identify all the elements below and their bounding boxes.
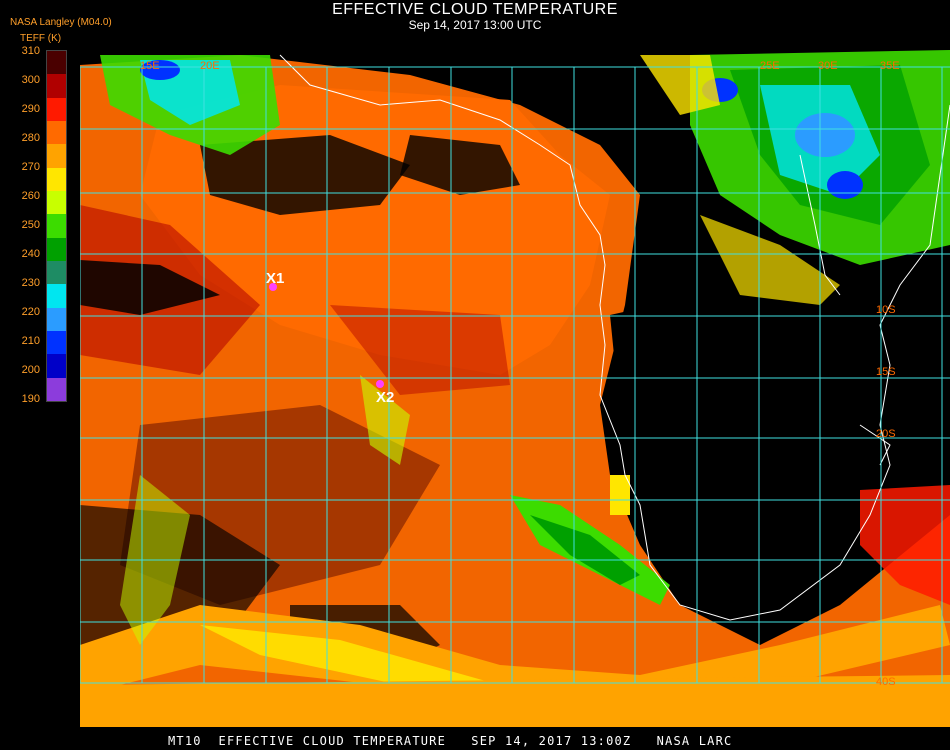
legend-tick-label: 270 <box>21 161 40 173</box>
longitude-label: 35E <box>880 60 900 72</box>
color-legend <box>46 50 67 402</box>
marker-x1-label: X1 <box>266 270 284 287</box>
legend-units: TEFF (K) <box>20 33 62 44</box>
legend-swatch <box>47 214 66 238</box>
latitude-label: 15S <box>876 366 896 378</box>
legend-tick-label: 290 <box>21 103 40 115</box>
map-subtitle: Sep 14, 2017 13:00 UTC <box>408 18 542 32</box>
legend-swatch <box>47 330 66 355</box>
cloud-temperature-map: 10S 15S 20S 40S 15E 20E 25E 30E 35E X1 X2 <box>80 45 950 727</box>
latitude-label: 10S <box>876 304 896 316</box>
legend-tick-label: 310 <box>21 45 40 57</box>
marker-x2-label: X2 <box>376 389 394 406</box>
map-title: EFFECTIVE CLOUD TEMPERATURE <box>332 1 618 18</box>
legend-tick-label: 200 <box>21 364 40 376</box>
longitude-label: 15E <box>140 60 160 72</box>
latitude-label: 40S <box>876 676 896 688</box>
legend-swatch <box>47 307 66 331</box>
product-source: NASA Langley (M04.0) <box>10 17 112 28</box>
legend-swatch <box>47 284 66 308</box>
legend-tick-label: 250 <box>21 219 40 231</box>
legend-tick-label: 190 <box>21 393 40 405</box>
legend-swatch <box>47 377 66 401</box>
legend-swatch <box>47 120 66 145</box>
legend-tick-label: 280 <box>21 132 40 144</box>
legend-tick-label: 260 <box>21 190 40 202</box>
legend-swatch <box>47 167 66 191</box>
legend-tick-label: 230 <box>21 277 40 289</box>
legend-swatch <box>47 260 66 285</box>
longitude-label: 25E <box>760 60 780 72</box>
legend-swatch <box>47 97 66 121</box>
legend-swatch <box>47 144 66 168</box>
marker-x2-dot <box>376 380 384 388</box>
legend-swatch <box>47 237 66 261</box>
footer-caption: MT10 EFFECTIVE CLOUD TEMPERATURE SEP 14,… <box>168 734 733 748</box>
legend-swatch <box>47 190 66 215</box>
latitude-label: 20S <box>876 428 896 440</box>
legend-swatch <box>47 354 66 378</box>
longitude-label: 20E <box>200 60 220 72</box>
legend-tick-label: 240 <box>21 248 40 260</box>
legend-swatch <box>47 51 66 75</box>
longitude-label: 30E <box>818 60 838 72</box>
legend-swatch <box>47 74 66 98</box>
legend-tick-label: 220 <box>21 306 40 318</box>
legend-tick-label: 300 <box>21 74 40 86</box>
legend-tick-label: 210 <box>21 335 40 347</box>
